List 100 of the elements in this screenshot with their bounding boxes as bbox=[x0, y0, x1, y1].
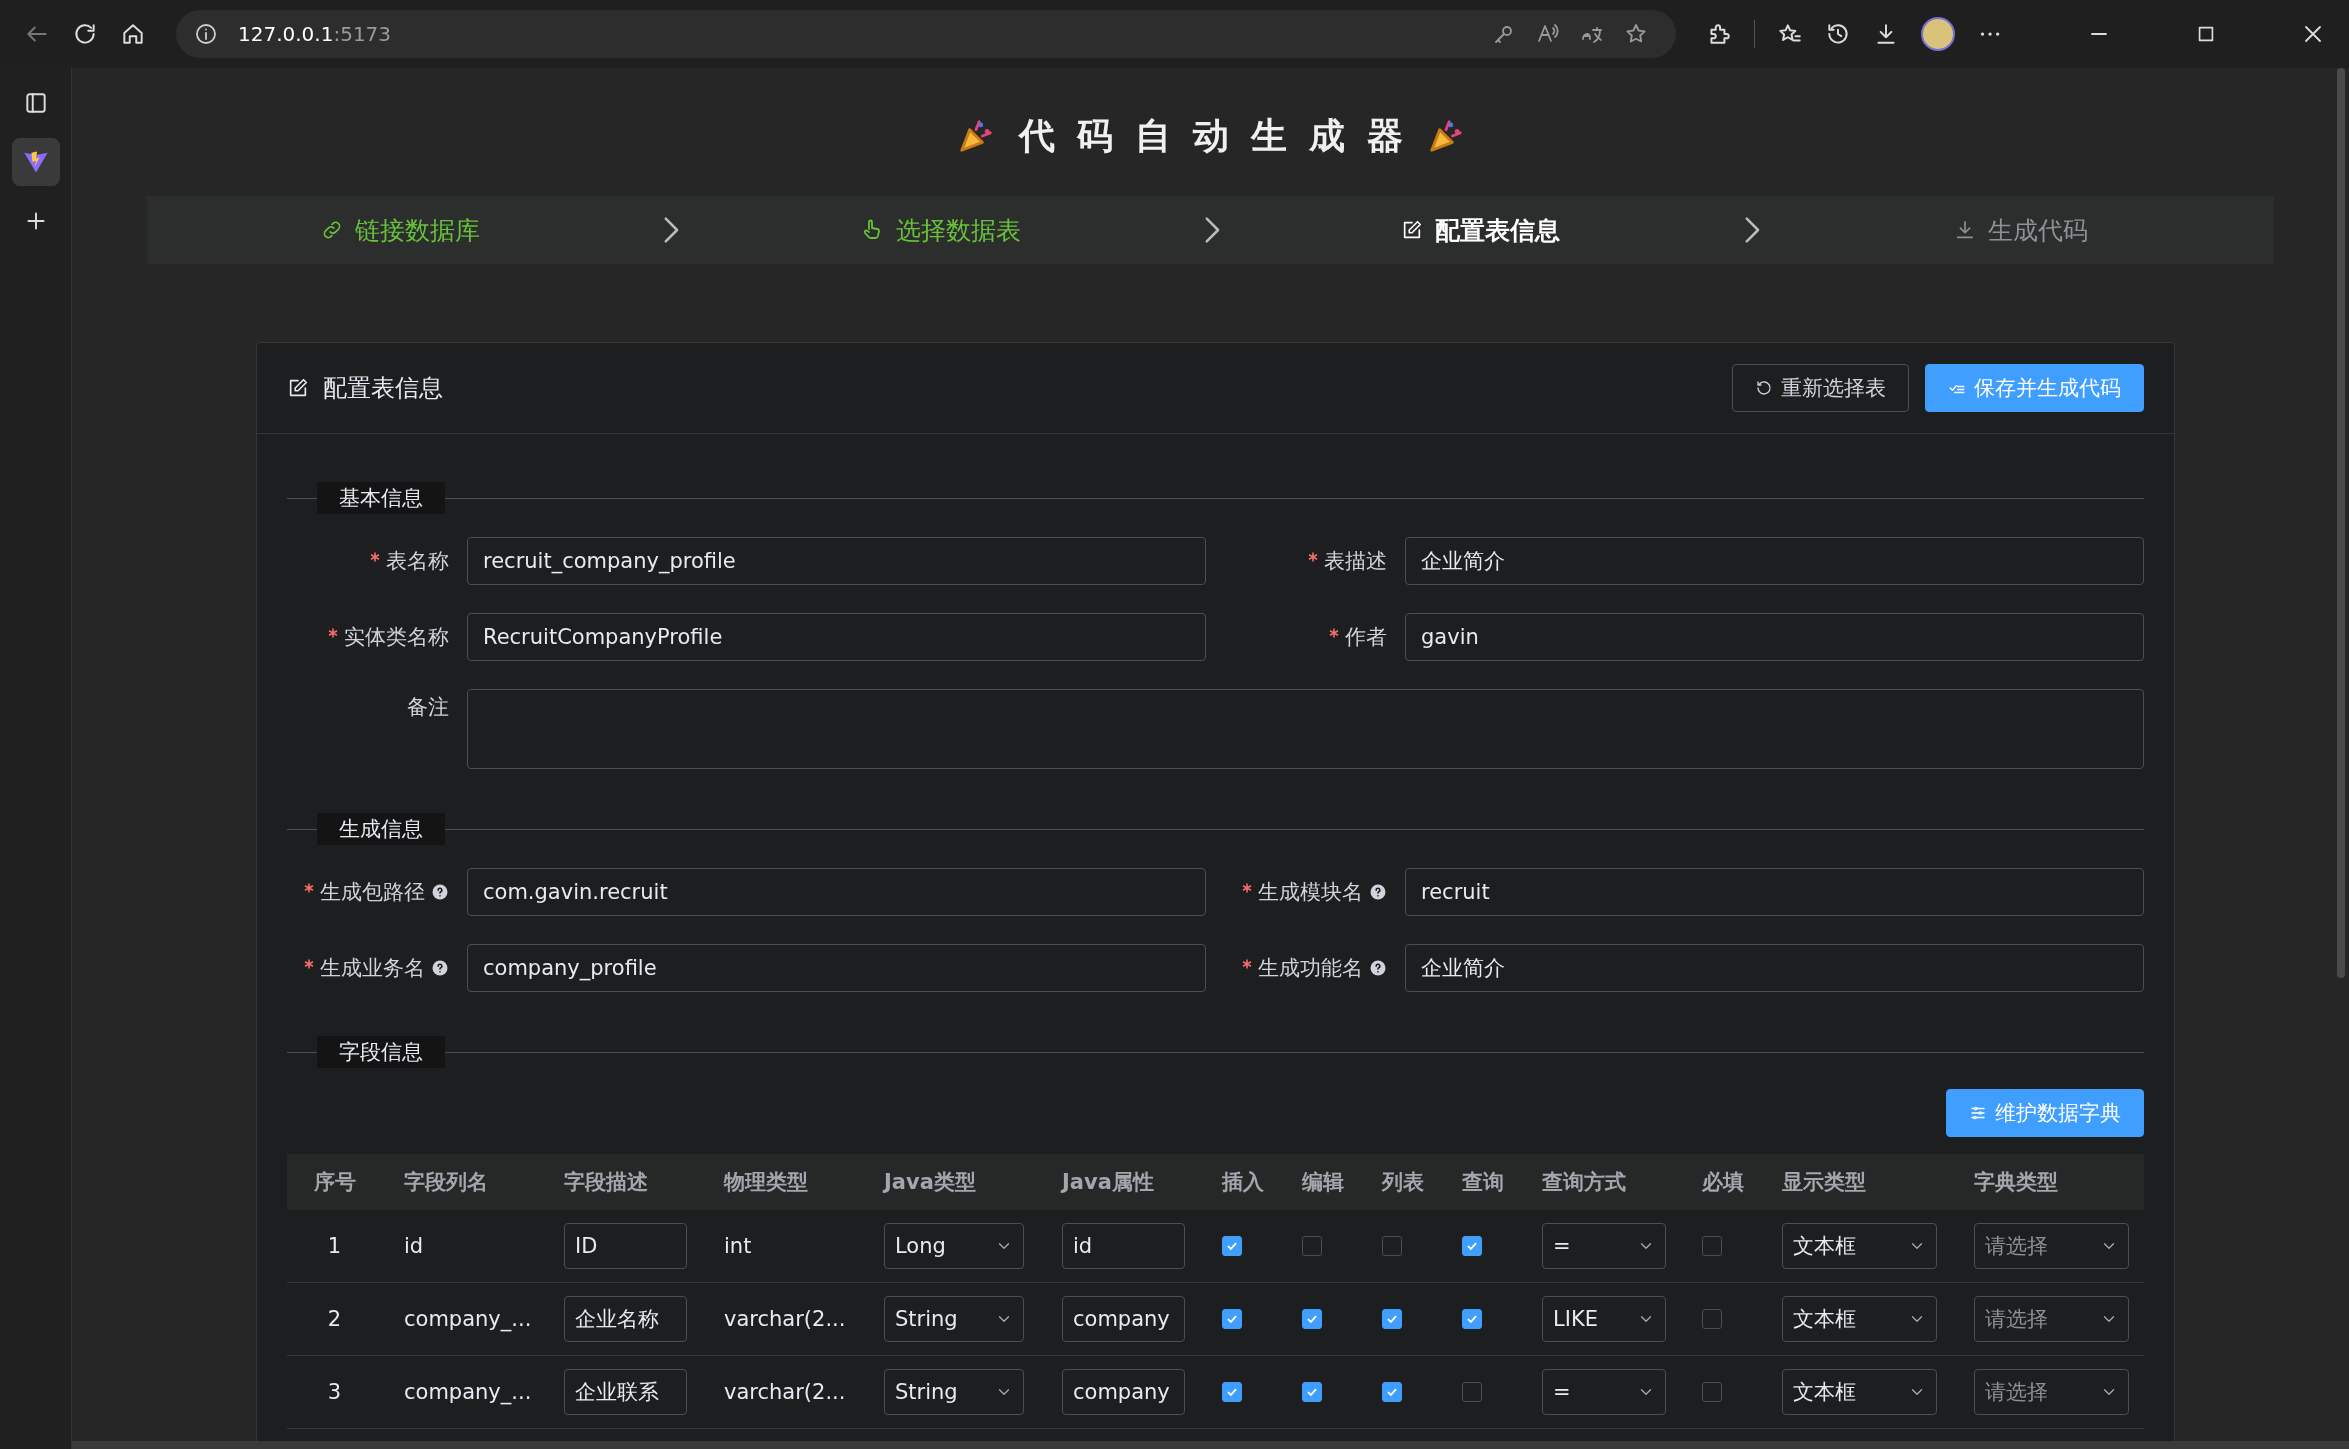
help-icon[interactable] bbox=[431, 959, 449, 977]
column-header: 列表 bbox=[1360, 1154, 1440, 1210]
column-header: 插入 bbox=[1200, 1154, 1280, 1210]
text-input[interactable]: recruit_company_profile bbox=[467, 537, 1206, 585]
table-cell: 3 bbox=[287, 1356, 382, 1429]
step-label[interactable]: 生成代码 bbox=[1987, 213, 2088, 247]
field-label: 表描述 bbox=[1324, 548, 1387, 575]
checkbox[interactable] bbox=[1222, 1309, 1242, 1329]
select-field[interactable]: Long bbox=[884, 1223, 1024, 1269]
checkbox[interactable] bbox=[1462, 1309, 1482, 1329]
column-header: 查询方式 bbox=[1520, 1154, 1680, 1210]
select-field[interactable]: 文本框 bbox=[1782, 1296, 1937, 1342]
select-field[interactable]: 文本框 bbox=[1782, 1223, 1937, 1269]
java-field-input[interactable]: company bbox=[1062, 1296, 1185, 1342]
text-input[interactable]: recruit bbox=[1405, 868, 2144, 916]
checkbox[interactable] bbox=[1462, 1382, 1482, 1402]
field-label: 生成包路径 bbox=[320, 879, 425, 906]
info-icon bbox=[194, 22, 218, 46]
column-header: 查询 bbox=[1440, 1154, 1520, 1210]
url-text: 127.0.0.1:5173 bbox=[238, 22, 392, 46]
table-cell: id bbox=[382, 1210, 542, 1283]
step-label[interactable]: 链接数据库 bbox=[354, 213, 480, 247]
section-title: 字段信息 bbox=[317, 1036, 445, 1068]
select-field[interactable]: 文本框 bbox=[1782, 1369, 1937, 1415]
select-field[interactable]: LIKE bbox=[1542, 1296, 1666, 1342]
description-input[interactable]: 企业名称 bbox=[564, 1296, 687, 1342]
checkbox[interactable] bbox=[1702, 1236, 1722, 1256]
checkbox[interactable] bbox=[1302, 1382, 1322, 1402]
help-icon[interactable] bbox=[431, 883, 449, 901]
refresh-icon bbox=[1755, 379, 1773, 397]
field-label: 作者 bbox=[1345, 624, 1387, 651]
section-title: 生成信息 bbox=[317, 813, 445, 845]
edit-icon bbox=[287, 377, 309, 399]
java-field-input[interactable]: id bbox=[1062, 1223, 1185, 1269]
select-field[interactable]: = bbox=[1542, 1223, 1666, 1269]
column-header: 字典类型 bbox=[1952, 1154, 2144, 1210]
edit-icon bbox=[1401, 219, 1424, 241]
checkbox[interactable] bbox=[1382, 1382, 1402, 1402]
field-label: 实体类名称 bbox=[344, 624, 449, 651]
select-field[interactable]: = bbox=[1542, 1369, 1666, 1415]
section-title: 基本信息 bbox=[317, 482, 445, 514]
select-field[interactable]: 请选择 bbox=[1974, 1369, 2129, 1415]
checkbox[interactable] bbox=[1222, 1236, 1242, 1256]
sliders-icon bbox=[1969, 1104, 1987, 1122]
text-input[interactable]: com.gavin.recruit bbox=[467, 868, 1206, 916]
help-icon[interactable] bbox=[1369, 959, 1387, 977]
step-label[interactable]: 配置表信息 bbox=[1435, 213, 1561, 247]
select-field[interactable]: String bbox=[884, 1369, 1024, 1415]
column-header: 必填 bbox=[1680, 1154, 1760, 1210]
column-header: 字段列名 bbox=[382, 1154, 542, 1210]
checkbox[interactable] bbox=[1702, 1382, 1722, 1402]
java-field-input[interactable]: company bbox=[1062, 1369, 1185, 1415]
reselect-button[interactable]: 重新选择表 bbox=[1732, 364, 1909, 412]
text-input[interactable]: RecruitCompanyProfile bbox=[467, 613, 1206, 661]
column-header: 字段描述 bbox=[542, 1154, 702, 1210]
step-label[interactable]: 选择数据表 bbox=[895, 213, 1021, 247]
scrollbar[interactable] bbox=[2337, 68, 2345, 978]
help-icon[interactable] bbox=[1369, 883, 1387, 901]
checkbox[interactable] bbox=[1382, 1309, 1402, 1329]
refresh-icon[interactable] bbox=[72, 21, 98, 47]
select-field[interactable]: String bbox=[884, 1296, 1024, 1342]
history-icon[interactable] bbox=[1825, 21, 1851, 47]
checkbox[interactable] bbox=[1702, 1309, 1722, 1329]
scrollbar[interactable] bbox=[72, 1441, 2349, 1449]
field-label: 生成模块名 bbox=[1258, 879, 1363, 906]
text-input[interactable]: gavin bbox=[1405, 613, 2144, 661]
column-header: Java属性 bbox=[1040, 1154, 1200, 1210]
card-title: 配置表信息 bbox=[323, 373, 443, 404]
vite-tab-icon[interactable] bbox=[11, 138, 60, 186]
table-cell: varchar(2... bbox=[702, 1356, 862, 1429]
table-cell: int bbox=[702, 1210, 862, 1283]
field-label: 备注 bbox=[407, 694, 449, 721]
table-cell: 2 bbox=[287, 1283, 382, 1356]
field-label: 生成业务名 bbox=[320, 955, 425, 982]
column-header: 序号 bbox=[287, 1154, 382, 1210]
checkbox[interactable] bbox=[1302, 1309, 1322, 1329]
description-input[interactable]: ID bbox=[564, 1223, 687, 1269]
select-field[interactable]: 请选择 bbox=[1974, 1223, 2129, 1269]
field-label: 生成功能名 bbox=[1258, 955, 1363, 982]
column-header: 显示类型 bbox=[1760, 1154, 1952, 1210]
home-icon[interactable] bbox=[120, 21, 146, 47]
checkbox[interactable] bbox=[1302, 1236, 1322, 1256]
table-cell: 1 bbox=[287, 1210, 382, 1283]
text-input[interactable]: 企业简介 bbox=[1405, 537, 2144, 585]
column-header: Java类型 bbox=[862, 1154, 1040, 1210]
checkbox[interactable] bbox=[1462, 1236, 1482, 1256]
profile-avatar[interactable] bbox=[1921, 17, 1955, 51]
table-cell: company_... bbox=[382, 1356, 542, 1429]
address-bar[interactable]: 127.0.0.1:5173 bbox=[176, 10, 1676, 58]
select-field[interactable]: 请选择 bbox=[1974, 1296, 2129, 1342]
app-title: 代码自动生成器 bbox=[1018, 113, 1425, 158]
description-input[interactable]: 企业联系 bbox=[564, 1369, 687, 1415]
text-input[interactable]: company_profile bbox=[467, 944, 1206, 992]
field-label: 表名称 bbox=[386, 548, 449, 575]
checkbox[interactable] bbox=[1222, 1382, 1242, 1402]
table-cell: company_... bbox=[382, 1283, 542, 1356]
column-header: 编辑 bbox=[1280, 1154, 1360, 1210]
column-header: 物理类型 bbox=[702, 1154, 862, 1210]
text-input[interactable]: 企业简介 bbox=[1405, 944, 2144, 992]
checkbox[interactable] bbox=[1382, 1236, 1402, 1256]
